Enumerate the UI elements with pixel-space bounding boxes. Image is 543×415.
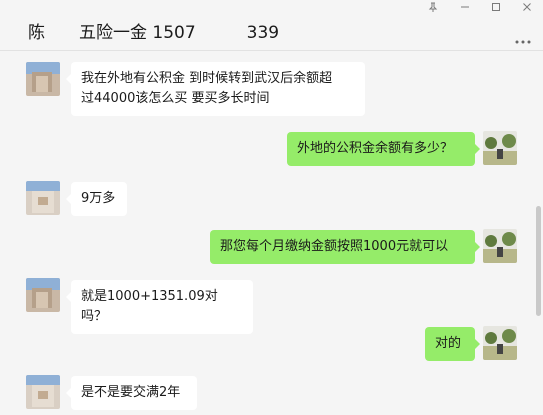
message-bubble: 外地的公积金余额有多少？ <box>287 132 480 166</box>
minimize-icon[interactable] <box>450 0 480 14</box>
message-bubble: 9万多 <box>66 182 127 216</box>
message-bubble: 那您每个月缴纳金额按照1000元就可以 <box>210 230 480 264</box>
scrollbar[interactable] <box>536 206 541 316</box>
message-text-line: 我在外地有公积金 到时候转到武汉后余额超 <box>81 71 333 86</box>
message-bubble: 对的 <box>425 327 480 361</box>
contact-avatar[interactable] <box>26 375 60 409</box>
contact-avatar[interactable] <box>26 62 60 96</box>
message-text-line: 过44000该怎么买 要买多长时间 <box>81 91 270 106</box>
self-avatar[interactable] <box>483 326 517 360</box>
message-bubble: 是不是要交满2年 <box>66 376 197 410</box>
message-text: 是不是要交满2年 <box>81 385 181 400</box>
contact-avatar[interactable] <box>26 181 60 215</box>
chat-window: 陈 五险一金 1507 339 我在外地有公积金 到时候转到武汉后余额超 过44… <box>0 0 543 415</box>
message-text: 就是1000+1351.09对吗？ <box>81 289 218 324</box>
self-avatar[interactable] <box>483 229 517 263</box>
close-icon[interactable] <box>512 0 542 14</box>
self-avatar[interactable] <box>483 131 517 165</box>
maximize-icon[interactable] <box>481 0 511 14</box>
message-text: 对的 <box>435 336 462 351</box>
contact-avatar[interactable] <box>26 278 60 312</box>
chat-title: 陈 五险一金 1507 339 <box>28 23 280 43</box>
message-text: 那您每个月缴纳金额按照1000元就可以 <box>220 239 449 254</box>
title-bar: 陈 五险一金 1507 339 <box>0 0 543 51</box>
more-dots-icon[interactable] <box>513 30 533 46</box>
message-text: 9万多 <box>81 191 116 206</box>
message-bubble: 就是1000+1351.09对吗？ <box>66 280 253 334</box>
message-bubble: 我在外地有公积金 到时候转到武汉后余额超 过44000该怎么买 要买多长时间 <box>66 62 365 116</box>
pin-icon[interactable] <box>418 0 448 14</box>
message-text: 外地的公积金余额有多少？ <box>297 141 454 156</box>
